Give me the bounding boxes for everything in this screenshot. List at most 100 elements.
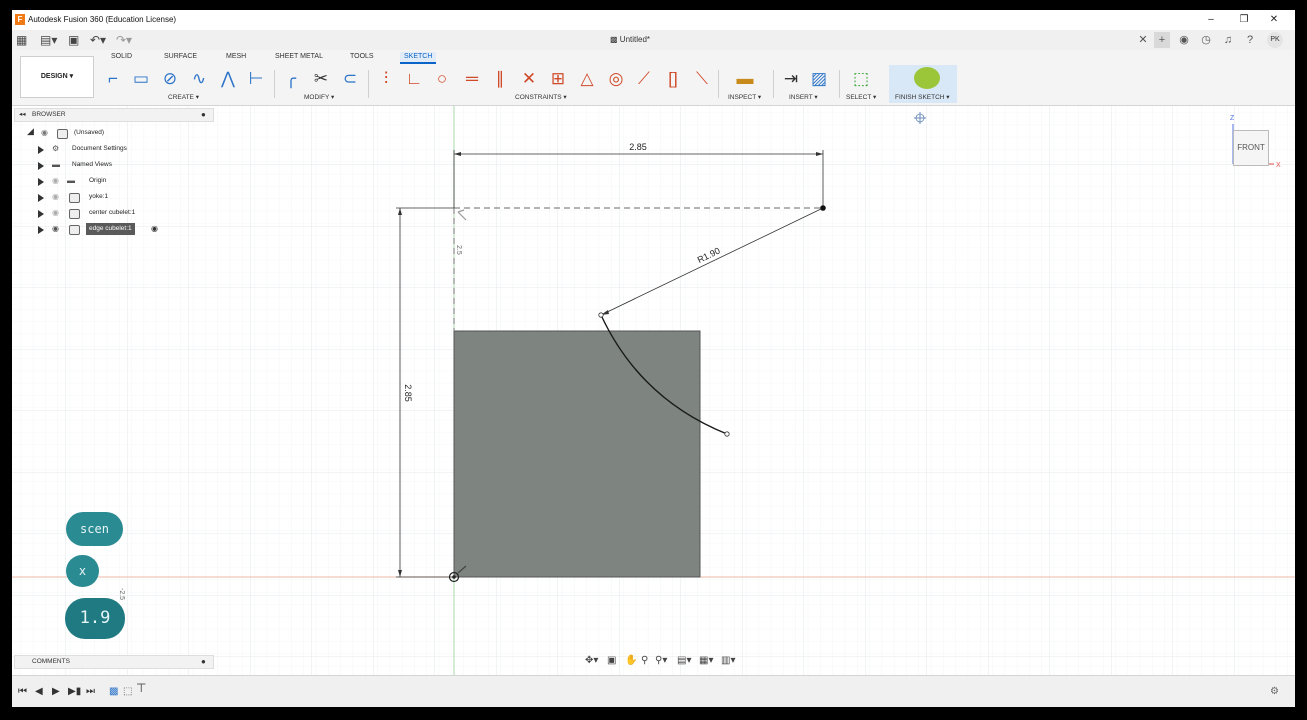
timeline-component-icon[interactable]: ▩ xyxy=(109,686,118,698)
redo-icon[interactable]: ↷▾ xyxy=(116,33,132,47)
rectangle-tool-icon[interactable]: ▭ xyxy=(130,68,152,90)
user-avatar[interactable]: PK xyxy=(1267,32,1283,48)
display-settings-icon[interactable]: ▤▾ xyxy=(677,655,691,666)
dimension-small-negative-value[interactable]: -2.5 xyxy=(118,588,125,600)
browser-item-document-settings[interactable]: Document Settings xyxy=(72,143,127,155)
dimension-vertical-value[interactable]: 2.85 xyxy=(403,384,413,402)
slot-tool-icon[interactable]: ⊢ xyxy=(245,68,267,90)
file-menu-icon[interactable]: ▤▾ xyxy=(40,33,57,47)
notifications-bell-icon[interactable]: ♫ xyxy=(1220,32,1236,48)
fix-lock-icon[interactable]: ⊞ xyxy=(547,68,569,90)
spline-tool-icon[interactable]: ∿ xyxy=(188,68,210,90)
line-tool-icon[interactable]: ⌐ xyxy=(102,68,124,90)
tab-solid[interactable]: SOLID xyxy=(107,52,136,62)
expand-arrow-icon[interactable] xyxy=(38,210,44,218)
browser-pin-icon[interactable]: ● xyxy=(201,109,206,121)
symmetry-constraint-icon[interactable]: [] xyxy=(662,68,684,90)
browser-header[interactable]: ◂◂ BROWSER ● xyxy=(14,108,214,122)
restore-button[interactable]: ❐ xyxy=(1237,13,1251,27)
visibility-eye-icon[interactable]: ◉ xyxy=(52,191,59,203)
perpendicular-constraint-icon[interactable]: ✕ xyxy=(518,68,540,90)
fit-zoom-icon[interactable]: ⚲▾ xyxy=(655,655,667,666)
collapse-root-icon[interactable]: ◢ xyxy=(27,126,34,137)
sketch-canvas[interactable]: 2.85 2.85 2.5 -2.5 R1.90 Z X xyxy=(12,106,1295,683)
timeline-next-icon[interactable]: ▶▮ xyxy=(68,686,81,698)
constraints-menu[interactable]: CONSTRAINTS ▾ xyxy=(515,93,567,102)
viewports-icon[interactable]: ▥▾ xyxy=(721,655,735,666)
expand-arrow-icon[interactable] xyxy=(38,194,44,202)
insert-derive-icon[interactable]: ⇥ xyxy=(780,68,802,90)
minimize-button[interactable]: – xyxy=(1204,13,1218,27)
close-tab-button[interactable]: ✕ xyxy=(1135,32,1151,48)
visibility-eye-icon[interactable]: ◉ xyxy=(52,175,59,187)
equal-constraint-icon[interactable]: ═ xyxy=(461,68,483,90)
orbit-icon[interactable]: ✥▾ xyxy=(585,655,598,666)
tab-surface[interactable]: SURFACE xyxy=(160,52,201,62)
timeline-start-icon[interactable]: ⏮ xyxy=(18,686,27,698)
timeline-end-icon[interactable]: ⏭ xyxy=(86,686,95,698)
parallel-constraint-icon[interactable]: ∥ xyxy=(489,68,511,90)
circle-tool-icon[interactable]: ⊘ xyxy=(159,68,181,90)
curvature-constraint-icon[interactable]: ⟍ xyxy=(691,68,713,90)
save-icon[interactable]: ▣ xyxy=(68,33,79,47)
horizontal-vertical-constraint-icon[interactable]: ⫶ xyxy=(375,68,397,90)
browser-item-edge-cubelet[interactable]: edge cubelet:1 xyxy=(86,223,135,235)
insert-menu[interactable]: INSERT ▾ xyxy=(789,93,818,102)
concentric-constraint-icon[interactable]: ◎ xyxy=(605,68,627,90)
extensions-icon[interactable]: ◉ xyxy=(1176,32,1192,48)
browser-item-named-views[interactable]: Named Views xyxy=(72,159,112,171)
finish-sketch-check-icon[interactable] xyxy=(914,67,940,89)
timeline-prev-icon[interactable]: ◀ xyxy=(35,686,43,698)
zoom-icon[interactable]: ⚲ xyxy=(641,655,648,666)
coincident-constraint-icon[interactable]: ∟ xyxy=(403,68,425,90)
dimension-small-value[interactable]: 2.5 xyxy=(455,245,462,255)
browser-item-center-cubelet[interactable]: center cubelet:1 xyxy=(89,207,135,219)
timeline-marker-icon[interactable]: ⊤ xyxy=(136,682,146,694)
arc-center-point[interactable] xyxy=(820,205,826,211)
measure-ruler-icon[interactable]: ▬ xyxy=(734,68,756,90)
browser-item-yoke[interactable]: yoke:1 xyxy=(89,191,108,203)
tangent-constraint-icon[interactable]: ○ xyxy=(431,68,453,90)
insert-image-icon[interactable]: ▨ xyxy=(808,68,830,90)
undo-icon[interactable]: ↶▾ xyxy=(90,33,106,47)
modify-menu[interactable]: MODIFY ▾ xyxy=(304,93,334,102)
tab-tools[interactable]: TOOLS xyxy=(346,52,378,62)
comments-pin-icon[interactable]: ● xyxy=(201,656,206,668)
expand-arrow-icon[interactable] xyxy=(38,178,44,186)
visibility-eye-icon[interactable]: ◉ xyxy=(52,223,59,235)
job-status-icon[interactable]: ◷ xyxy=(1198,32,1214,48)
arc-endpoint[interactable] xyxy=(724,431,730,437)
inspect-menu[interactable]: INSPECT ▾ xyxy=(728,93,761,102)
collapse-browser-icon[interactable]: ◂◂ xyxy=(19,109,26,121)
tab-sheet-metal[interactable]: SHEET METAL xyxy=(271,52,327,62)
midpoint-constraint-icon[interactable]: △ xyxy=(576,68,598,90)
timeline-play-icon[interactable]: ▶ xyxy=(52,686,60,698)
data-panel-grid-icon[interactable]: ▦ xyxy=(16,33,27,47)
select-window-icon[interactable]: ⬚ xyxy=(850,68,872,90)
new-tab-button[interactable]: + xyxy=(1154,32,1170,48)
active-component-radio-icon[interactable]: ◉ xyxy=(151,223,158,235)
close-window-button[interactable]: ✕ xyxy=(1267,13,1281,27)
fillet-tool-icon[interactable]: ╭ xyxy=(280,68,302,90)
look-at-icon[interactable]: ▣ xyxy=(607,655,616,666)
grid-settings-icon[interactable]: ▦▾ xyxy=(699,655,713,666)
collinear-constraint-icon[interactable]: ⟋ xyxy=(633,68,655,90)
tab-mesh[interactable]: MESH xyxy=(222,52,250,62)
browser-item-unsaved[interactable]: (Unsaved) xyxy=(74,127,104,139)
visibility-eye-icon[interactable]: ◉ xyxy=(41,127,48,139)
visibility-eye-icon[interactable]: ◉ xyxy=(52,207,59,219)
finish-sketch-menu[interactable]: FINISH SKETCH ▾ xyxy=(895,93,950,102)
expand-arrow-icon[interactable] xyxy=(38,226,44,234)
mirror-tool-icon[interactable]: ⋀ xyxy=(217,68,239,90)
arc-endpoint[interactable] xyxy=(598,312,604,318)
tab-sketch[interactable]: SKETCH xyxy=(400,52,437,64)
document-tab[interactable]: ▩ Untitled* xyxy=(610,33,650,47)
create-menu[interactable]: CREATE ▾ xyxy=(168,93,199,102)
pan-hand-icon[interactable]: ✋ xyxy=(625,655,637,666)
timeline-sketch-icon[interactable]: ⬚ xyxy=(123,686,132,698)
browser-item-origin[interactable]: Origin xyxy=(89,175,106,187)
expand-arrow-icon[interactable] xyxy=(38,162,44,170)
offset-tool-icon[interactable]: ⊂ xyxy=(339,68,361,90)
dimension-horizontal-value[interactable]: 2.85 xyxy=(629,142,647,152)
help-icon[interactable]: ? xyxy=(1242,32,1258,48)
